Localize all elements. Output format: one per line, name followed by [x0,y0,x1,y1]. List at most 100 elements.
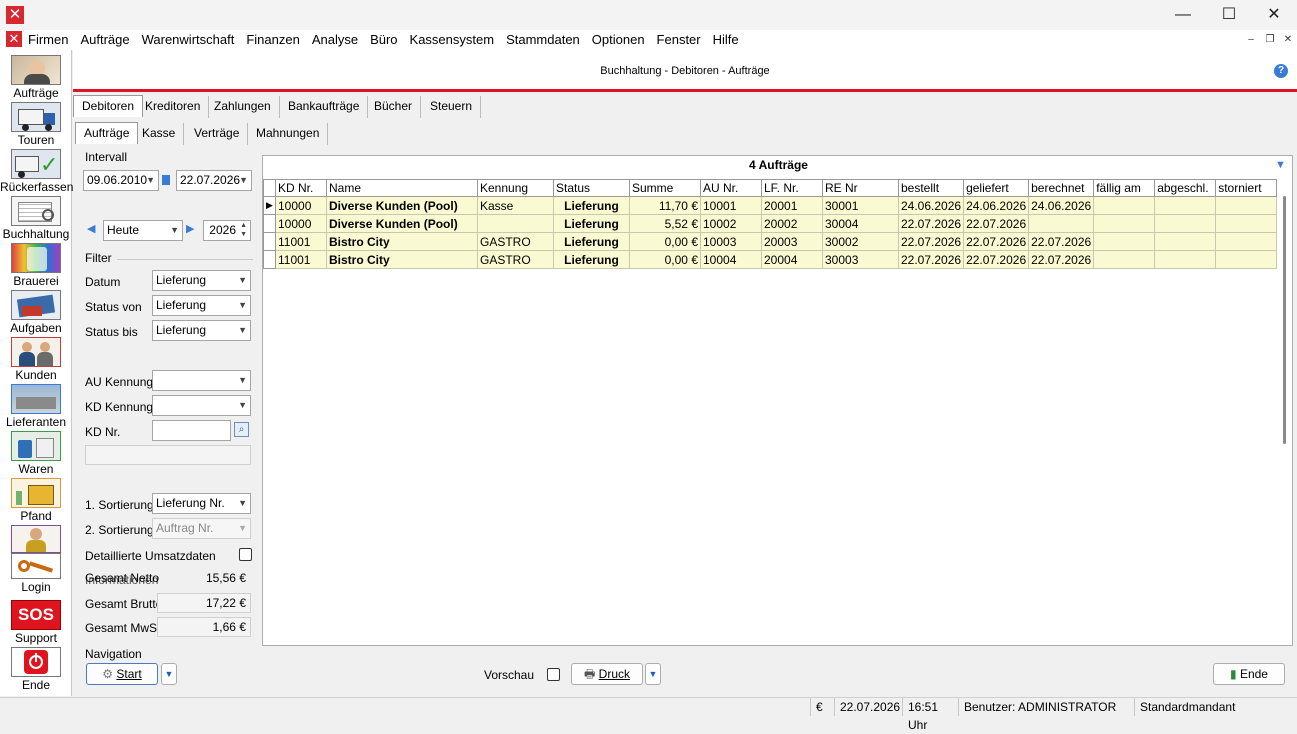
sidebar-item-waren[interactable]: Waren [0,431,72,476]
status-bis-label: Status bis [85,325,138,339]
cell-bestellt: 22.07.2026 [897,214,965,233]
col-status[interactable]: Status [553,179,630,197]
app-logo-icon[interactable]: ✕ [6,6,24,24]
menu-kassensystem[interactable]: Kassensystem [404,30,501,50]
year-stepper[interactable]: 2026 ▲ ▼ [203,220,251,241]
col-name[interactable]: Name [326,179,478,197]
detail-checkbox[interactable] [239,548,252,561]
druck-dropdown-button[interactable]: ▼ [645,663,661,685]
sidebar-item-touren[interactable]: Touren [0,102,72,147]
menu-finanzen[interactable]: Finanzen [240,30,305,50]
col-kd-nr[interactable]: KD Nr. [275,179,327,197]
grid-collapse-icon[interactable]: ▼ [1275,159,1286,171]
col-faellig[interactable]: fällig am [1093,179,1156,197]
sidebar-item-kunden[interactable]: Kunden [0,337,72,382]
help-icon[interactable]: ? [1274,64,1288,78]
status-user: Benutzer: ADMINISTRATOR [958,698,1134,716]
table-row[interactable]: ▶ 10000 Diverse Kunden (Pool) Kasse Lief… [263,196,1278,215]
table-row[interactable]: 11001 Bistro City GASTRO Lieferung 0,00 … [263,250,1278,269]
col-summe[interactable]: Summe [629,179,701,197]
col-re-nr[interactable]: RE Nr [822,179,899,197]
sidebar-item-pfand[interactable]: Pfand [0,478,72,523]
date-link-icon[interactable] [162,175,170,185]
sidebar-item-lieferanten[interactable]: Lieferanten [0,384,72,429]
status-bis-select[interactable]: Lieferung ▼ [152,320,251,341]
grid-scrollbar[interactable] [1283,196,1286,444]
next-period-icon[interactable]: ▶ [186,222,194,235]
cell-kd-nr: 10000 [275,214,327,233]
druck-button[interactable]: 🖶 Druck [571,663,643,685]
table-row[interactable]: 10000 Diverse Kunden (Pool) Lieferung 5,… [263,214,1278,233]
col-berechnet[interactable]: berechnet [1028,179,1095,197]
sidebar-item-buchhaltung[interactable]: Buchhaltung [0,196,72,241]
kd-nr-input[interactable] [152,420,231,441]
menu-fenster[interactable]: Fenster [651,30,707,50]
sidebar-item-ende[interactable]: Ende [0,647,72,692]
col-storniert[interactable]: storniert [1215,179,1278,197]
search-icon[interactable]: ⌕ [234,422,249,437]
sidebar-item-login[interactable]: Login [0,525,72,594]
tab-vertraege[interactable]: Verträge [186,123,249,145]
menu-buero[interactable]: Büro [364,30,403,50]
menu-auftraege[interactable]: Aufträge [74,30,135,50]
sidebar-item-brauerei[interactable]: Brauerei [0,243,72,288]
close-button[interactable]: ✕ [1251,0,1297,30]
vorschau-checkbox[interactable] [547,668,560,681]
tab-mahnungen[interactable]: Mahnungen [248,123,329,145]
mdi-restore-button[interactable]: ❐ [1262,33,1278,47]
tab-kreditoren[interactable]: Kreditoren [137,96,210,118]
tab-steuern[interactable]: Steuern [422,96,482,118]
chevron-down-icon: ▼ [238,523,247,533]
col-kennung[interactable]: Kennung [477,179,554,197]
menu-analyse[interactable]: Analyse [306,30,364,50]
datum-select[interactable]: Lieferung ▼ [152,270,251,291]
au-kennung-select[interactable]: ▼ [152,370,251,391]
ende-button[interactable]: ▮ Ende [1213,663,1285,685]
sort1-value: Lieferung Nr. [156,496,225,510]
sidebar-item-label: Ende [21,678,51,692]
col-abgeschl[interactable]: abgeschl. [1154,179,1217,197]
tab-zahlungen[interactable]: Zahlungen [206,96,280,118]
sort1-select[interactable]: Lieferung Nr. ▼ [152,493,251,514]
cell-kd-nr: 11001 [275,232,327,251]
cell-name: Diverse Kunden (Pool) [326,196,478,215]
sidebar-item-auftraege[interactable]: Aufträge [0,55,72,100]
period-select[interactable]: Heute ▼ [103,220,183,241]
main-tab-bar: Debitoren Kreditoren Zahlungen Bankauftr… [73,95,1297,119]
mdi-minimize-button[interactable]: – [1243,33,1259,47]
mdi-close-button[interactable]: ✕ [1280,33,1296,47]
sidebar-item-support[interactable]: SOS Support [0,600,72,645]
date-from-picker[interactable]: 09.06.2010 ▼ [83,170,159,191]
col-bestellt[interactable]: bestellt [897,179,965,197]
sidebar-item-aufgaben[interactable]: Aufgaben [0,290,72,335]
col-lf-nr[interactable]: LF. Nr. [761,179,823,197]
menu-firmen[interactable]: Firmen [22,30,74,50]
maximize-button[interactable]: ☐ [1206,0,1252,30]
sort2-select[interactable]: Auftrag Nr. ▼ [152,518,251,539]
tab-buecher[interactable]: Bücher [366,96,422,118]
menu-warenwirtschaft[interactable]: Warenwirtschaft [136,30,241,50]
chevron-down-icon: ▼ [238,275,247,285]
start-dropdown-button[interactable]: ▼ [161,663,177,685]
start-button[interactable]: ⚙ Start [86,663,158,685]
menu-hilfe[interactable]: Hilfe [707,30,745,50]
cell-status: Lieferung [553,196,630,215]
col-geliefert[interactable]: geliefert [963,179,1030,197]
sidebar-item-rueckerfassen[interactable]: ✓ Rückerfassen [0,149,73,194]
minimize-button[interactable]: — [1160,0,1206,30]
date-to-picker[interactable]: 22.07.2026 ▼ [176,170,252,191]
prev-period-icon[interactable]: ◀ [87,222,95,235]
tab-kasse[interactable]: Kasse [134,123,185,145]
col-au-nr[interactable]: AU Nr. [700,179,762,197]
datum-value: Lieferung [156,273,207,287]
table-row[interactable]: 11001 Bistro City GASTRO Lieferung 0,00 … [263,232,1278,251]
menu-stammdaten[interactable]: Stammdaten [500,30,586,50]
tab-debitoren[interactable]: Debitoren [73,95,144,117]
tab-auftraege[interactable]: Aufträge [75,122,139,144]
menu-optionen[interactable]: Optionen [586,30,651,50]
tab-bankauftraege[interactable]: Bankaufträge [280,96,369,118]
sidebar: Aufträge Touren ✓ Rückerfassen Buchhaltu… [0,50,73,696]
mdi-app-icon[interactable]: ✕ [6,31,22,47]
status-von-select[interactable]: Lieferung ▼ [152,295,251,316]
kd-kennung-select[interactable]: ▼ [152,395,251,416]
